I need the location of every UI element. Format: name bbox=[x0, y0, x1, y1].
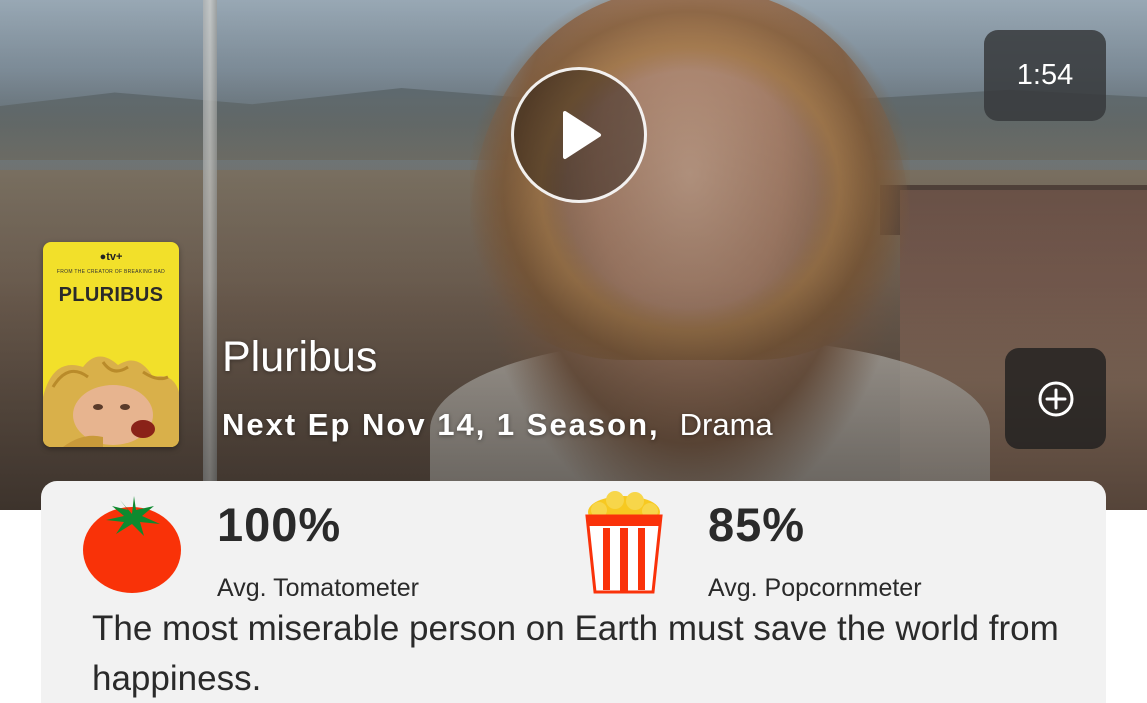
popcorn-icon bbox=[585, 491, 663, 594]
play-icon bbox=[563, 111, 601, 159]
tomato-icon bbox=[83, 496, 181, 593]
show-title: Pluribus bbox=[222, 333, 378, 381]
popcornmeter-value: 85% bbox=[708, 498, 806, 551]
genre-label: Drama bbox=[679, 407, 773, 442]
play-button[interactable] bbox=[511, 67, 647, 203]
poster-face-art bbox=[43, 356, 179, 447]
add-to-watchlist-button[interactable] bbox=[1005, 348, 1106, 449]
show-meta: Next Ep Nov 14, 1 Season, Drama bbox=[222, 407, 773, 443]
tomatometer-value: 100% bbox=[217, 498, 342, 551]
poster-title: PLURIBUS bbox=[58, 284, 164, 306]
show-poster[interactable]: ●tv+ FROM THE CREATOR OF BREAKING BAD PL… bbox=[43, 242, 179, 447]
poster-brand: ●tv+ bbox=[99, 251, 123, 263]
poster-tagline: FROM THE CREATOR OF BREAKING BAD bbox=[56, 269, 166, 275]
popcornmeter-label: Avg. Popcornmeter bbox=[708, 574, 922, 602]
tomatometer-label: Avg. Tomatometer bbox=[217, 574, 419, 602]
plus-circle-icon bbox=[1038, 381, 1073, 416]
show-synopsis: The most miserable person on Earth must … bbox=[92, 609, 1059, 698]
next-episode-info: Next Ep Nov 14, 1 Season, bbox=[222, 407, 660, 442]
video-duration-badge: 1:54 bbox=[984, 30, 1106, 121]
